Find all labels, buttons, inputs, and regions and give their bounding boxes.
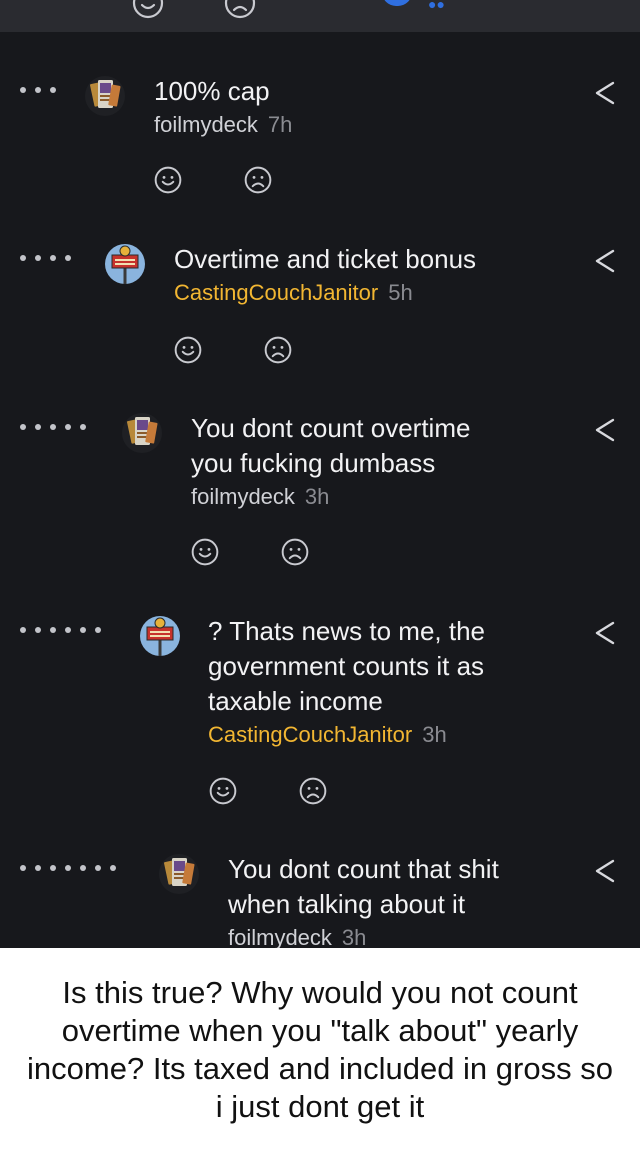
dot-icon [35,255,41,261]
dot-icon [35,865,41,871]
comment-text: when talking about it [228,889,466,919]
frown-icon[interactable] [298,776,328,806]
comment-body: You dont count overtime you fucking dumb… [191,411,470,513]
top-bar: ●● [0,0,640,32]
dot-icon [80,424,86,430]
dot-icon [65,424,71,430]
dot-icon [65,865,71,871]
smile-icon[interactable] [208,776,238,806]
thread-depth-indicator [20,255,71,261]
cards-avatar-icon[interactable] [83,74,127,118]
sign-avatar-icon[interactable] [138,614,182,658]
active-tab-indicator [382,0,412,6]
smile-icon[interactable] [173,335,203,365]
comment-body: 100% cap foilmydeck 7h [154,74,292,141]
caption-area: Is this true? Why would you not count ov… [0,948,640,1150]
cards-avatar-icon[interactable] [157,852,201,896]
dot-icon [50,255,56,261]
dot-icon [80,627,86,633]
dot-icon [20,87,26,93]
dot-icon [50,87,56,93]
smile-icon[interactable] [190,537,220,567]
frown-icon[interactable] [243,165,273,195]
comment-author[interactable]: foilmydeck [191,484,295,509]
comment-text: You dont count overtime [191,413,471,443]
thread-depth-indicator [20,87,56,93]
comment-time: 7h [267,112,293,137]
dot-icon [20,424,26,430]
smile-icon[interactable] [153,165,183,195]
frown-icon[interactable] [280,537,310,567]
dot-icon [50,865,56,871]
caption-text: Is this true? Why would you not count ov… [27,975,613,1124]
thread-depth-indicator [20,424,86,430]
dot-icon [65,255,71,261]
comment-text: 100% cap [154,76,270,106]
dot-icon [50,424,56,430]
comment-author[interactable]: foilmydeck [154,112,258,137]
sign-avatar-icon[interactable] [103,242,147,286]
comment-text: taxable income [208,686,383,716]
dot-icon [20,865,26,871]
notification-dot-icon: ●● [428,0,445,12]
share-icon[interactable] [593,80,617,106]
frown-icon[interactable] [263,335,293,365]
share-icon[interactable] [593,620,617,646]
comment-time: 3h [422,722,447,747]
comment-text: ? Thats news to me, the [208,616,485,646]
dot-icon [110,865,116,871]
comment-body: ? Thats news to me, the government count… [208,614,485,751]
share-icon[interactable] [593,248,617,274]
comment-author[interactable]: CastingCouchJanitor [208,722,412,747]
dot-icon [20,255,26,261]
comment-author[interactable]: foilmydeck [228,925,332,948]
dot-icon [20,627,26,633]
share-icon[interactable] [593,417,617,443]
dot-icon [35,627,41,633]
share-icon[interactable] [593,858,617,884]
comment-author[interactable]: CastingCouchJanitor [174,280,378,305]
comment-text: You dont count that shit [228,854,499,884]
comment-time: 3h [341,925,367,948]
dot-icon [50,627,56,633]
comment-time: 5h [388,280,413,305]
comment-text: Overtime and ticket bonus [174,244,477,274]
comment-body: Overtime and ticket bonus CastingCouchJa… [174,242,476,309]
dot-icon [35,87,41,93]
comment-body: You dont count that shit when talking ab… [228,852,499,948]
dot-icon [65,627,71,633]
comment-5: You dont count that shit when talking ab… [0,852,640,948]
dot-icon [80,865,86,871]
frown-icon[interactable] [223,0,257,20]
thread-depth-indicator [20,627,101,633]
cards-avatar-icon[interactable] [120,411,164,455]
comment-text: you fucking dumbass [191,448,436,478]
dot-icon [35,424,41,430]
dot-icon [95,865,101,871]
thread-depth-indicator [20,865,116,871]
smile-icon[interactable] [131,0,165,20]
comment-text: government counts it as [208,651,485,681]
comment-time: 3h [304,484,330,509]
dot-icon [95,627,101,633]
